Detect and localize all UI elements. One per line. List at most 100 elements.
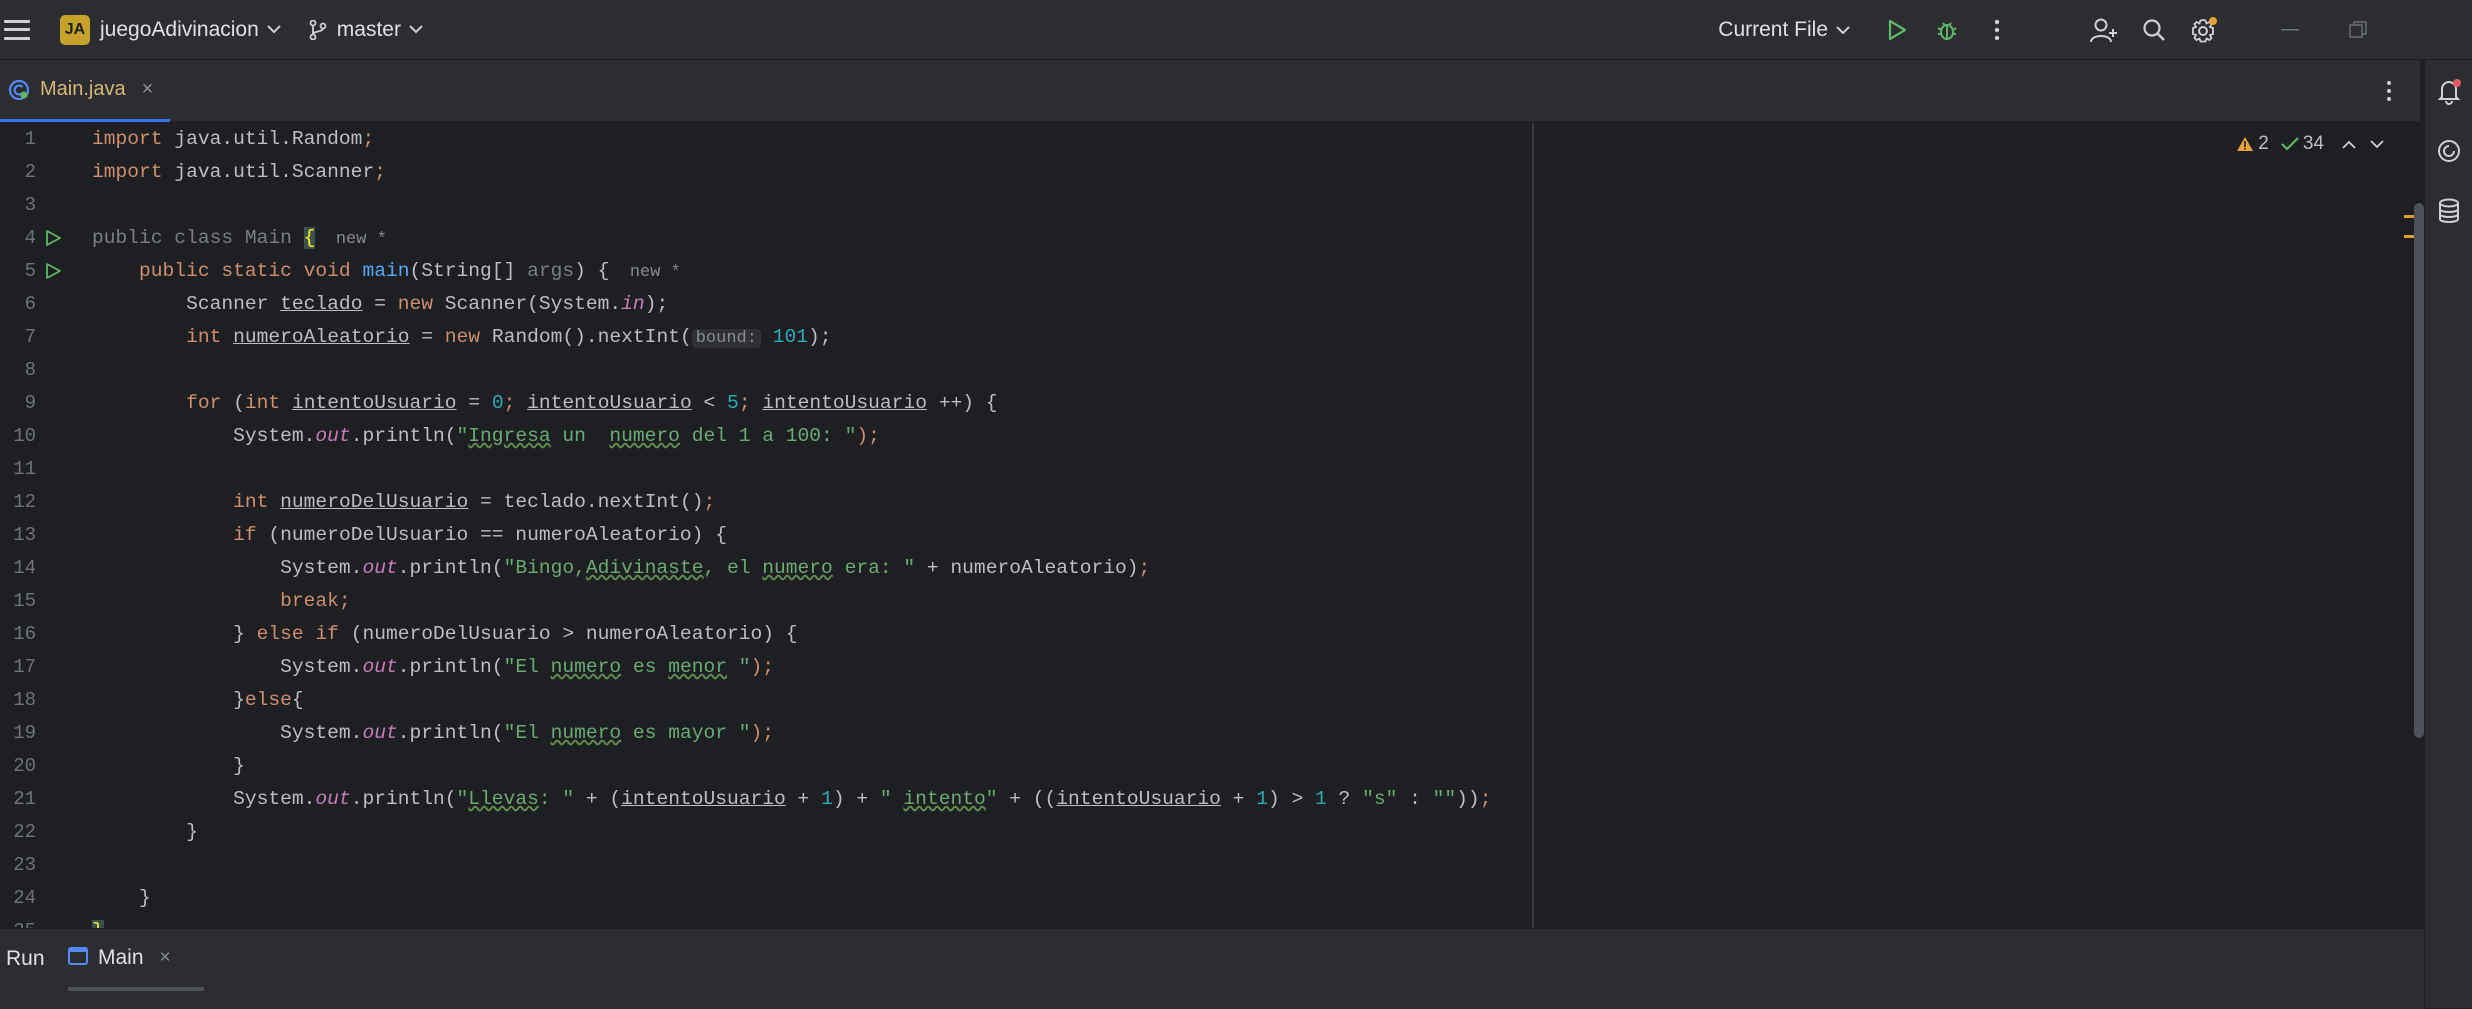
code-token: ); — [856, 425, 880, 447]
close-window-button[interactable] — [2392, 0, 2472, 60]
run-icon[interactable] — [1875, 8, 1919, 52]
code-token: new — [444, 326, 492, 348]
code-line[interactable]: import java.util.Random; — [92, 123, 374, 156]
ok-count: 34 — [2302, 133, 2324, 154]
code-token: " — [456, 788, 469, 810]
line-number: 5 — [24, 260, 36, 282]
code-token: numero — [609, 425, 680, 447]
code-token: Llevas — [468, 788, 539, 810]
code-line[interactable]: } — [92, 882, 151, 915]
code-line[interactable]: import java.util.Scanner; — [92, 156, 386, 189]
code-line[interactable]: public class Main { new * — [92, 222, 387, 255]
code-token: ; — [362, 128, 375, 150]
code-token: for — [186, 392, 234, 414]
search-icon[interactable] — [2132, 8, 2176, 52]
code-line[interactable]: } — [92, 750, 245, 783]
class-icon — [8, 79, 30, 101]
code-line[interactable]: break; — [92, 585, 351, 618]
code-line[interactable]: System.out.println("Llevas: " + (intento… — [92, 783, 1491, 816]
code-line[interactable]: int numeroAleatorio = new Random().nextI… — [92, 321, 832, 354]
code-token: " — [456, 425, 469, 447]
run-configuration-selector[interactable]: Current File — [1718, 18, 1852, 42]
code-token: 0 — [491, 392, 504, 414]
code-token: intentoUsuario — [291, 392, 457, 414]
vertical-scrollbar[interactable] — [2414, 203, 2424, 738]
code-line[interactable]: System.out.println("El numero es mayor "… — [92, 717, 774, 750]
code-token: era: " — [832, 557, 916, 579]
line-number: 12 — [13, 491, 36, 513]
notifications-icon[interactable] — [2434, 76, 2464, 106]
code-line[interactable]: System.out.println("Bingo,Adivinaste, el… — [92, 552, 1150, 585]
code-line[interactable]: int numeroDelUsuario = teclado.nextInt()… — [92, 486, 715, 519]
hamburger-icon[interactable] — [4, 19, 30, 40]
chevron-down-icon[interactable] — [409, 22, 425, 38]
debug-icon[interactable] — [1925, 8, 1969, 52]
line-number: 13 — [13, 524, 36, 546]
code-token: new * — [315, 230, 387, 249]
editor-tab-bar: Main.java × — [0, 60, 2420, 122]
code-line[interactable]: Scanner teclado = new Scanner(System.in)… — [92, 288, 668, 321]
chevron-down-icon[interactable] — [2370, 139, 2384, 149]
inspection-widget[interactable]: 2 34 — [2236, 133, 2384, 155]
more-icon[interactable] — [1975, 8, 2019, 52]
line-number: 6 — [24, 293, 36, 315]
warning-icon — [2237, 137, 2254, 151]
code-token: out — [362, 557, 398, 579]
line-number: 19 — [13, 722, 36, 744]
code-token: } — [92, 821, 198, 843]
code-token: java.util.Random — [174, 128, 363, 150]
code-token: ); — [750, 656, 775, 678]
code-token: menor — [668, 656, 728, 678]
warning-count: 2 — [2258, 133, 2269, 154]
minimize-icon[interactable] — [2256, 0, 2324, 60]
code-token: .println( — [397, 656, 504, 678]
branch-name[interactable]: master — [337, 18, 401, 42]
code-token: ) { — [574, 260, 610, 282]
code-token: numeroDelUsuario — [280, 491, 469, 513]
tab-main-java[interactable]: Main.java × — [0, 60, 170, 122]
code-line[interactable]: public static void main(String[] args) {… — [92, 255, 681, 288]
run-tool-label[interactable]: Run — [6, 947, 45, 971]
code-line[interactable]: for (int intentoUsuario = 0; intentoUsua… — [92, 387, 997, 420]
settings-icon[interactable] — [2182, 8, 2226, 52]
close-icon[interactable]: × — [142, 78, 154, 101]
code-editor[interactable]: 1234567891011121314151617181920212223242… — [0, 123, 2424, 928]
code-token: else if — [256, 623, 351, 645]
code-token: ; — [374, 161, 386, 183]
restore-icon[interactable] — [2324, 0, 2392, 60]
right-margin-guide — [1532, 123, 1534, 928]
run-tab-main[interactable]: Main × — [68, 929, 204, 991]
project-name[interactable]: juegoAdivinacion — [100, 18, 259, 42]
line-number-gutter: 1234567891011121314151617181920212223242… — [0, 123, 90, 928]
code-token: { — [291, 689, 304, 711]
code-line[interactable]: }else{ — [92, 684, 304, 717]
chevron-down-icon[interactable] — [267, 22, 283, 38]
code-token: "El — [503, 722, 551, 744]
ai-assistant-icon[interactable] — [2434, 136, 2464, 166]
code-line[interactable]: if (numeroDelUsuario == numeroAleatorio)… — [92, 519, 727, 552]
database-icon[interactable] — [2434, 196, 2464, 226]
code-line[interactable]: } — [92, 915, 104, 928]
code-token: out — [315, 425, 351, 447]
code-token: public static void — [92, 260, 363, 282]
code-line[interactable]: } — [92, 816, 198, 849]
code-token: < — [691, 392, 728, 414]
code-line[interactable]: System.out.println("Ingresa un numero de… — [92, 420, 880, 453]
code-token: Ingresa — [468, 425, 551, 447]
run-gutter-icon[interactable] — [44, 262, 62, 280]
project-badge[interactable]: JA — [60, 14, 90, 45]
line-number: 8 — [24, 359, 36, 381]
close-icon[interactable]: × — [160, 947, 171, 969]
code-line[interactable]: System.out.println("El numero es menor "… — [92, 651, 774, 684]
code-token: numero — [550, 656, 622, 678]
code-token: ; — [738, 392, 763, 414]
more-icon[interactable] — [2372, 74, 2406, 108]
code-line[interactable]: } else if (numeroDelUsuario > numeroAlea… — [92, 618, 797, 651]
chevron-up-icon[interactable] — [2342, 140, 2356, 149]
add-user-icon[interactable] — [2082, 8, 2126, 52]
line-number: 3 — [24, 194, 36, 216]
run-gutter-icon[interactable] — [44, 229, 62, 247]
code-token: 1 — [1315, 788, 1327, 810]
